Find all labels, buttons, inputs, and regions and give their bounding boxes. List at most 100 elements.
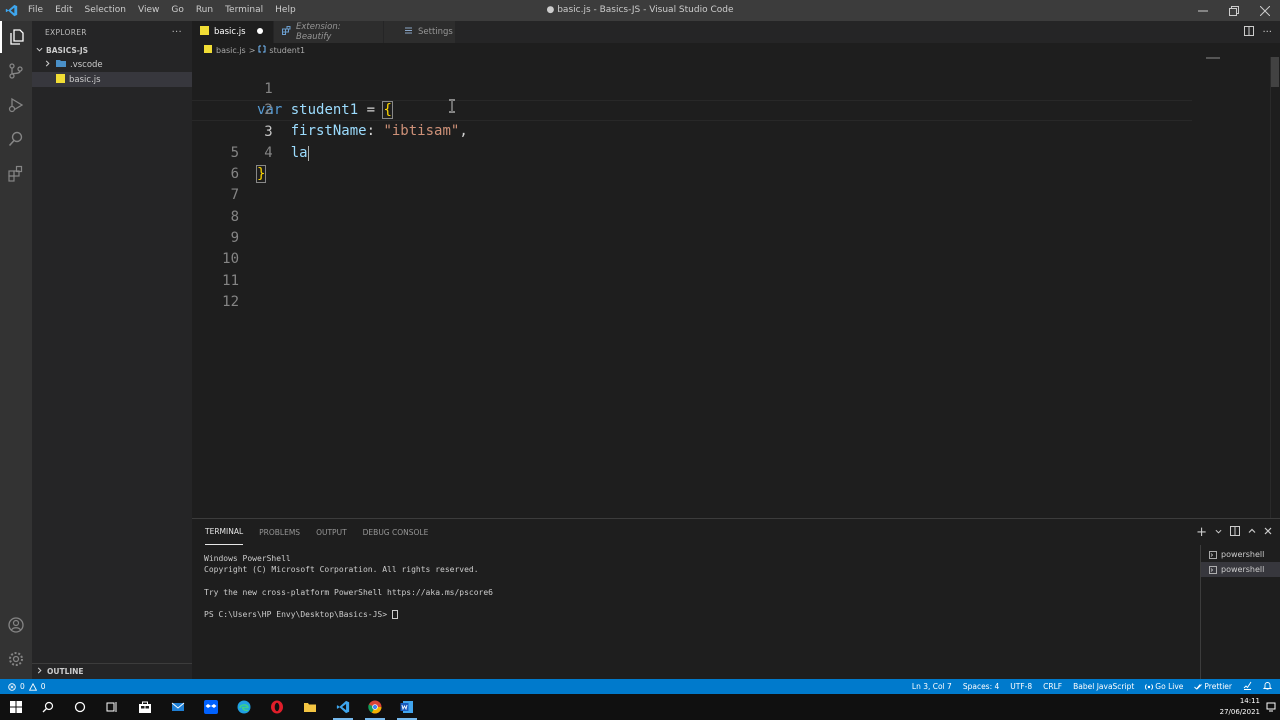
windows-taskbar: 14:11 27/06/2021 (0, 694, 1280, 720)
breadcrumb-symbol[interactable]: student1 (269, 46, 305, 55)
vscode-icon (336, 700, 350, 714)
breadcrumb-file[interactable]: basic.js (216, 46, 246, 55)
new-terminal-icon[interactable]: + (1196, 525, 1207, 540)
tab-settings[interactable]: Settings (384, 21, 456, 43)
terminal-icon (1209, 550, 1217, 559)
restore-button[interactable] (1218, 0, 1249, 21)
bell-icon[interactable] (1262, 681, 1273, 692)
taskbar-file-explorer[interactable] (300, 697, 320, 717)
tab-problems[interactable]: PROBLEMS (259, 519, 300, 545)
accounts-button[interactable] (0, 609, 32, 641)
close-button[interactable] (1249, 0, 1280, 21)
terminal-prompt: PS C:\Users\HP Envy\Desktop\Basics-JS> (204, 610, 392, 620)
opera-icon (271, 700, 283, 714)
code-editor[interactable]: 1 var student1 = { 2 firstName: "ibtisam… (192, 57, 1280, 518)
unsaved-dot-icon[interactable] (257, 27, 263, 37)
tree-item-vscode[interactable]: .vscode (32, 57, 192, 72)
scrollbar-thumb[interactable] (1271, 57, 1279, 87)
split-editor-icon[interactable] (1244, 25, 1255, 39)
taskbar-opera[interactable] (267, 697, 287, 717)
encoding[interactable]: UTF-8 (1010, 682, 1032, 691)
tab-extension-beautify[interactable]: Extension: Beautify (274, 21, 384, 43)
explorer-header: EXPLORER ··· (32, 21, 192, 43)
chevron-down-icon[interactable] (1215, 527, 1222, 538)
menu-terminal[interactable]: Terminal (219, 0, 269, 21)
windows-logo-icon (10, 701, 22, 713)
menu-view[interactable]: View (132, 0, 165, 21)
more-actions-button[interactable]: ··· (172, 27, 182, 38)
search-button[interactable] (0, 123, 32, 155)
files-icon (10, 29, 24, 45)
folder-icon (304, 703, 316, 712)
taskbar-mail[interactable] (168, 697, 188, 717)
extension-icon (282, 26, 291, 38)
panel-tabs: TERMINAL PROBLEMS OUTPUT DEBUG CONSOLE (192, 519, 444, 545)
source-control-button[interactable] (0, 55, 32, 87)
start-button[interactable] (6, 697, 26, 717)
manage-button[interactable] (0, 643, 32, 675)
prettier-button[interactable]: Prettier (1194, 682, 1232, 691)
code-line: 11 (192, 271, 1192, 292)
clock-time: 14:11 (1239, 697, 1260, 705)
terminal-output[interactable]: Windows PowerShell Copyright (C) Microsof… (204, 553, 493, 621)
taskbar-vscode[interactable] (333, 697, 353, 720)
extensions-button[interactable] (0, 158, 32, 190)
cortana-icon (74, 701, 86, 713)
line-number: 9 (230, 230, 239, 246)
menu-go[interactable]: Go (165, 0, 189, 21)
taskbar-chrome[interactable] (365, 697, 385, 720)
terminal-instance[interactable]: powershell (1201, 562, 1280, 577)
notifications-icon[interactable] (1266, 702, 1276, 715)
editor-tabs: basic.js Extension: Beautify Settings ··… (192, 21, 1280, 43)
line-ending[interactable]: CRLF (1043, 682, 1062, 691)
taskbar-search-button[interactable] (38, 697, 58, 717)
go-live-button[interactable]: Go Live (1145, 682, 1183, 691)
tab-output[interactable]: OUTPUT (316, 519, 347, 545)
menu-selection[interactable]: Selection (79, 0, 132, 21)
outline-section-header[interactable]: OUTLINE (32, 663, 192, 679)
menu-file[interactable]: File (22, 0, 49, 21)
folder-icon (56, 59, 66, 70)
taskbar-dropbox[interactable] (201, 697, 221, 717)
broadcast-icon (1145, 683, 1154, 690)
close-panel-icon[interactable] (1264, 527, 1272, 538)
line-number: 5 (230, 145, 239, 161)
minimap[interactable] (1206, 57, 1220, 59)
minimize-button[interactable] (1187, 0, 1218, 21)
explorer-button[interactable] (0, 21, 32, 53)
menu-help[interactable]: Help (269, 0, 302, 21)
taskbar-store[interactable] (135, 697, 155, 717)
cortana-button[interactable] (70, 697, 90, 717)
chrome-icon (368, 700, 382, 714)
settings-icon (404, 26, 413, 38)
tab-basic-js[interactable]: basic.js (192, 21, 274, 43)
js-file-icon (56, 73, 65, 86)
code-line-current: 3 la (192, 100, 1192, 161)
tab-debug-console[interactable]: DEBUG CONSOLE (363, 519, 429, 545)
indentation[interactable]: Spaces: 4 (963, 682, 999, 691)
tab-terminal[interactable]: TERMINAL (205, 519, 244, 545)
menu-edit[interactable]: Edit (49, 0, 78, 21)
more-actions-icon[interactable]: ··· (1262, 27, 1272, 38)
feedback-icon[interactable] (1243, 681, 1252, 692)
folder-header[interactable]: BASICS-JS (32, 43, 192, 57)
maximize-panel-icon[interactable] (1248, 527, 1256, 538)
language-mode[interactable]: Babel JavaScript (1073, 682, 1134, 691)
task-view-button[interactable] (102, 697, 122, 717)
split-terminal-icon[interactable] (1230, 525, 1240, 539)
line-number: 11 (222, 273, 239, 289)
editor-scrollbar[interactable] (1270, 57, 1280, 518)
terminal-line: Copyright (C) Microsoft Corporation. All… (204, 565, 479, 575)
taskbar-edge[interactable] (234, 697, 254, 717)
tree-item-basic-js[interactable]: basic.js (32, 72, 192, 87)
minimize-icon (1197, 10, 1208, 11)
menu-run[interactable]: Run (190, 0, 219, 21)
line-number: 12 (222, 294, 239, 310)
terminal-instance[interactable]: powershell (1201, 547, 1280, 562)
cursor-position[interactable]: Ln 3, Col 7 (912, 682, 952, 691)
problems-status[interactable]: 0 0 (8, 679, 46, 694)
run-debug-button[interactable] (0, 89, 32, 121)
code-line: 1 var student1 = { (192, 58, 1192, 119)
taskbar-word[interactable] (397, 697, 417, 720)
taskbar-clock[interactable]: 14:11 27/06/2021 (1220, 696, 1260, 718)
